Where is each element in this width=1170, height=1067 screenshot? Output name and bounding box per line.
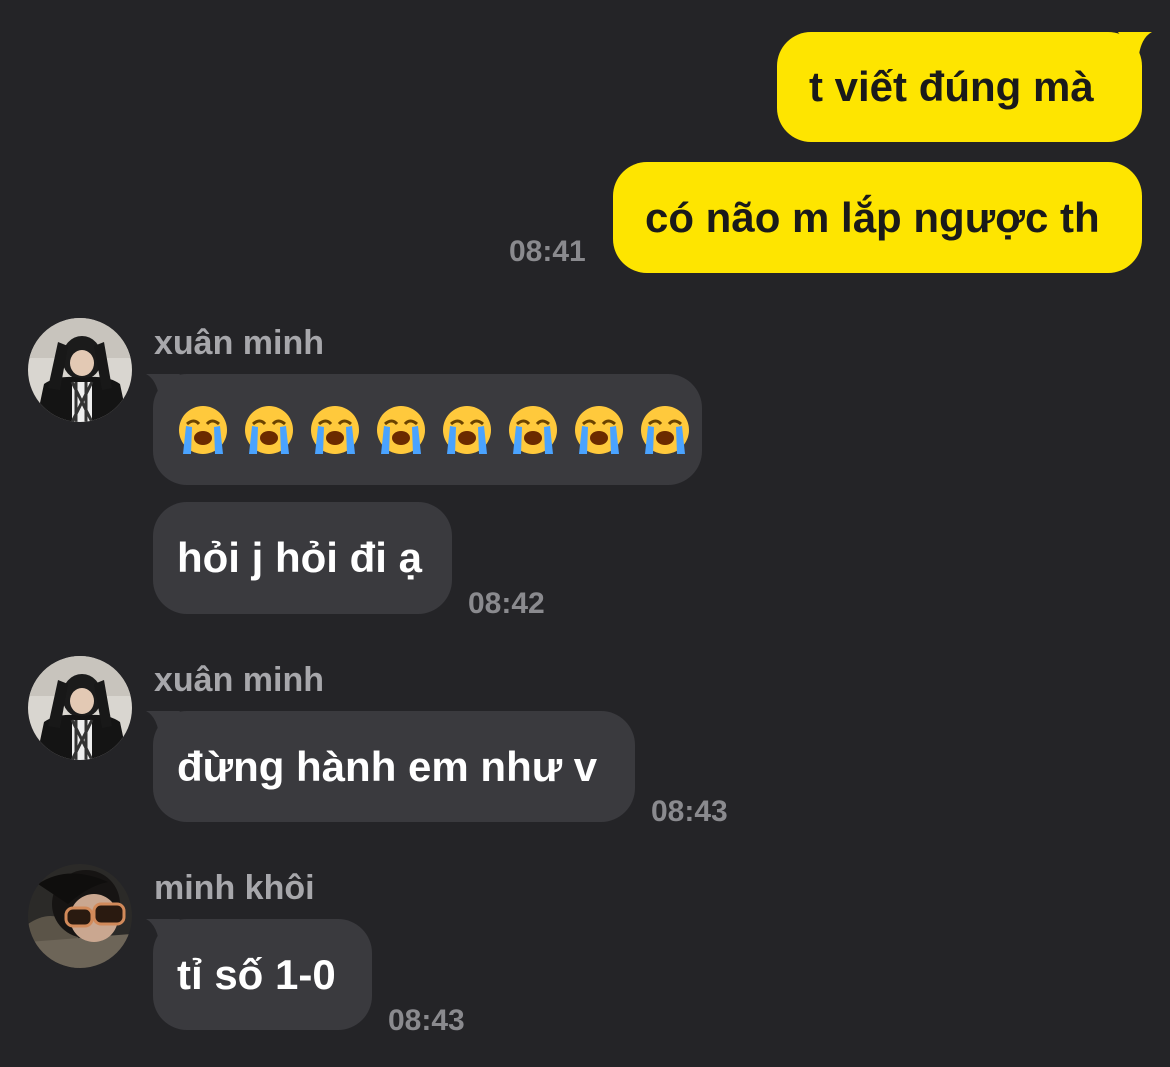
incoming-message-bubble[interactable]: hỏi j hỏi đi ạ: [153, 502, 452, 614]
loudly-crying-face-icon: [179, 405, 227, 454]
loudly-crying-face-icon: [641, 405, 689, 454]
sender-name: xuân minh: [154, 324, 325, 362]
loudly-crying-face-icon: [575, 405, 623, 454]
bubble-tail: [1118, 32, 1152, 62]
message-text: t viết đúng mà: [809, 63, 1094, 110]
message-text: hỏi j hỏi đi ạ: [177, 534, 422, 581]
avatar[interactable]: [28, 318, 132, 422]
bubble-tail: [146, 711, 180, 741]
message-timestamp: 08:41: [509, 235, 586, 268]
avatar[interactable]: [28, 656, 132, 760]
outgoing-message-bubble[interactable]: t viết đúng mà: [777, 32, 1142, 142]
incoming-message-bubble[interactable]: tỉ số 1-0: [153, 919, 372, 1030]
loudly-crying-face-icon: [245, 405, 293, 454]
sender-name: minh khôi: [154, 869, 315, 907]
message-timestamp: 08:43: [388, 1004, 465, 1037]
emoji-row: [177, 404, 691, 456]
sender-name: xuân minh: [154, 661, 325, 699]
loudly-crying-face-icon: [377, 405, 425, 454]
bubble-tail: [146, 919, 180, 949]
incoming-message-bubble[interactable]: [153, 374, 702, 485]
message-text: tỉ số 1-0: [177, 950, 336, 998]
loudly-crying-face-icon: [311, 405, 359, 454]
message-text: đừng hành em như v: [177, 742, 598, 790]
message-timestamp: 08:42: [468, 587, 545, 620]
message-text: có não m lắp ngược th: [645, 193, 1100, 241]
message-timestamp: 08:43: [651, 795, 728, 828]
outgoing-message-bubble[interactable]: có não m lắp ngược th: [613, 162, 1142, 273]
avatar[interactable]: [28, 864, 132, 968]
bubble-tail: [146, 374, 180, 404]
loudly-crying-face-icon: [509, 405, 557, 454]
incoming-message-bubble[interactable]: đừng hành em như v: [153, 711, 635, 822]
loudly-crying-face-icon: [443, 405, 491, 454]
